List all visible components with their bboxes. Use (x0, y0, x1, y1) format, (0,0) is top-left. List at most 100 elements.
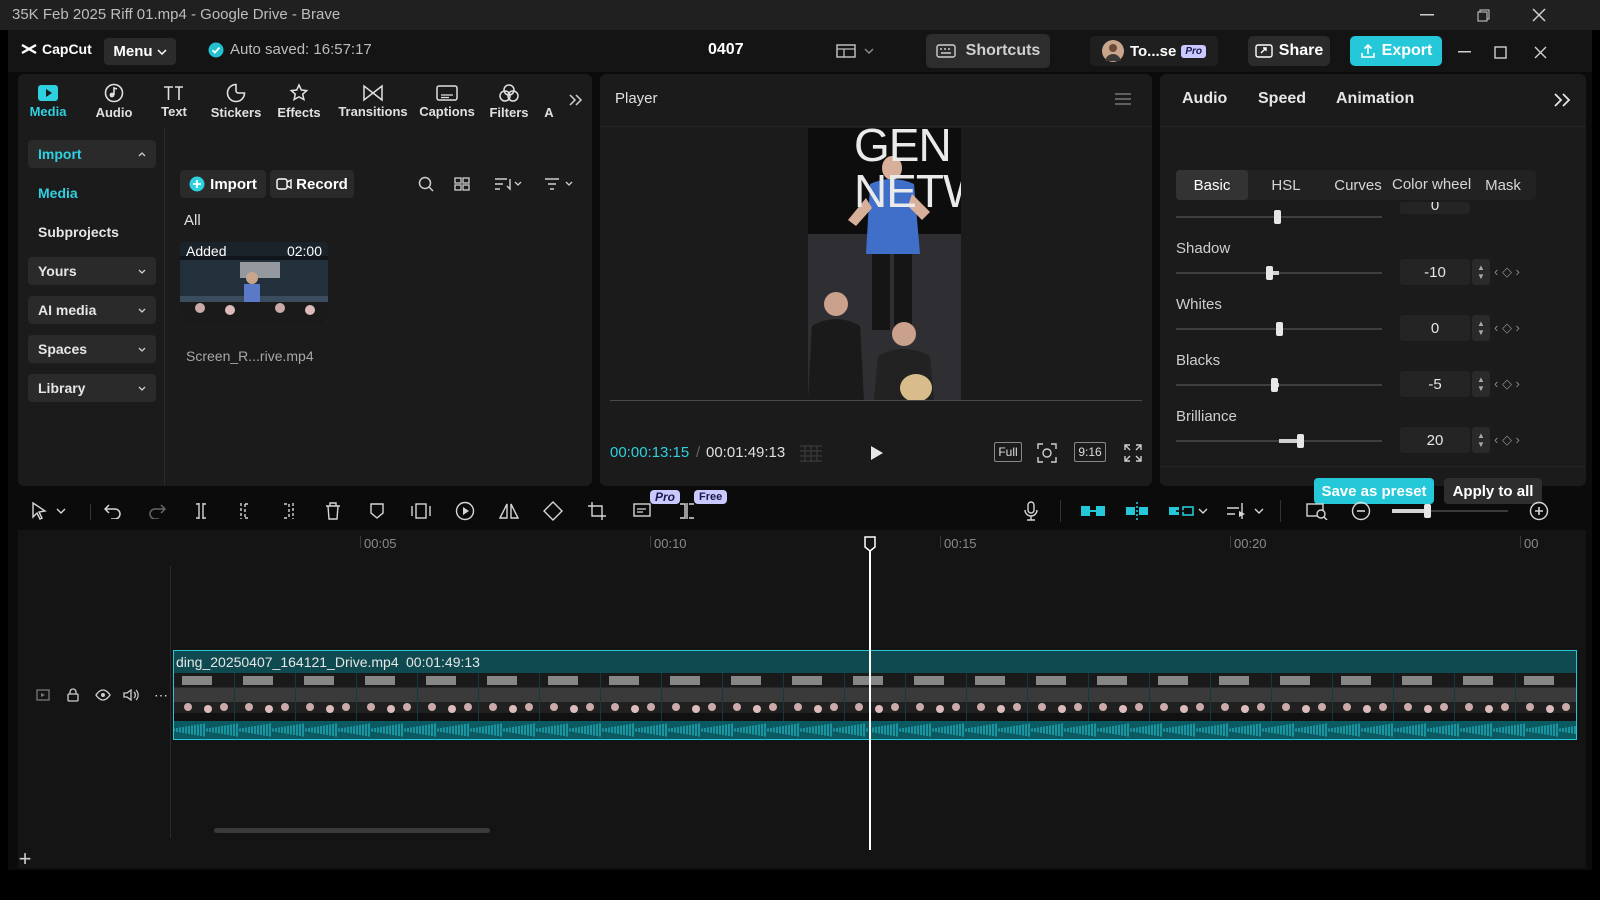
tab-transitions[interactable]: Transitions (336, 78, 410, 124)
filter-all-label[interactable]: All (184, 212, 201, 229)
subtab-hsl[interactable]: HSL (1258, 170, 1314, 200)
delete-button[interactable] (320, 498, 346, 524)
sidebar-item-ai-media[interactable]: AI media (28, 296, 156, 324)
tab-captions[interactable]: Captions (416, 78, 478, 124)
full-quality-button[interactable]: Full (994, 442, 1022, 462)
preview-axis-dropdown[interactable] (1252, 498, 1266, 524)
split-left-button[interactable] (232, 498, 258, 524)
tab-partial[interactable]: A (542, 78, 556, 124)
brilliance-stepper[interactable]: ▲ ▼ (1472, 427, 1490, 453)
partial-value-box[interactable]: 0 (1400, 202, 1470, 214)
app-close-button[interactable] (1528, 40, 1552, 64)
timeline-horizontal-scrollbar[interactable] (214, 828, 490, 833)
zoom-in-button[interactable] (1526, 498, 1552, 524)
zoom-preview-button[interactable] (1036, 442, 1058, 464)
filter-button[interactable] (542, 174, 576, 194)
track-cover-button[interactable] (34, 686, 52, 704)
tab-props-audio[interactable]: Audio (1182, 90, 1227, 108)
blacks-slider-knob[interactable] (1270, 378, 1278, 392)
subtab-curves[interactable]: Curves (1326, 170, 1390, 200)
track-more-icon[interactable]: ⋯ (152, 686, 170, 704)
zoom-out-button[interactable] (1348, 498, 1374, 524)
play-button[interactable] (866, 442, 888, 464)
linkage-dropdown[interactable] (1196, 498, 1210, 524)
blacks-keyframe-icon[interactable]: ‹ ◇ › (1494, 376, 1520, 392)
tab-props-animation[interactable]: Animation (1336, 90, 1414, 108)
blacks-value-box[interactable]: -5 (1400, 371, 1470, 397)
sidebar-item-spaces[interactable]: Spaces (28, 335, 156, 363)
sidebar-item-yours[interactable]: Yours (28, 257, 156, 285)
linkage-button[interactable] (1166, 498, 1196, 524)
whites-keyframe-icon[interactable]: ‹ ◇ › (1494, 320, 1520, 336)
track-lock-button[interactable] (64, 686, 82, 704)
whites-slider-knob[interactable] (1276, 322, 1283, 336)
sidebar-item-import[interactable]: Import (28, 140, 156, 168)
tab-stickers[interactable]: Stickers (208, 78, 264, 124)
record-voiceover-button[interactable] (1018, 498, 1044, 524)
import-button[interactable]: Import (180, 170, 266, 198)
subtab-basic[interactable]: Basic (1176, 170, 1248, 200)
fullscreen-button[interactable] (1122, 442, 1144, 464)
tab-effects[interactable]: Effects (276, 78, 322, 124)
add-new-button[interactable]: + (14, 846, 36, 871)
media-clip-thumbnail[interactable]: Added 02:00 (180, 242, 328, 324)
preview-axis-button[interactable] (1224, 498, 1250, 524)
player-progress-line[interactable] (610, 400, 1142, 401)
freeze-button[interactable] (408, 498, 434, 524)
app-minimize-button[interactable] (1452, 40, 1476, 64)
track-visibility-button[interactable] (94, 686, 112, 704)
fit-timeline-button[interactable] (1304, 498, 1330, 524)
profile-button[interactable]: To...se Pro (1090, 36, 1218, 66)
tab-props-speed[interactable]: Speed (1258, 90, 1306, 108)
layout-button[interactable] (830, 37, 880, 65)
auto-snap-button[interactable] (1122, 498, 1152, 524)
expand-tabs-button[interactable] (566, 90, 586, 110)
timeline-zoom-knob[interactable] (1424, 504, 1431, 518)
timeline-video-clip[interactable]: ding_20250407_164121_Drive.mp4 00:01:49:… (173, 650, 1577, 740)
whites-value-box[interactable]: 0 (1400, 315, 1470, 341)
shortcuts-button[interactable]: Shortcuts (926, 34, 1050, 68)
search-button[interactable] (416, 174, 436, 194)
brilliance-value-box[interactable]: 20 (1400, 427, 1470, 453)
export-button[interactable]: Export (1350, 36, 1442, 66)
crop-button[interactable] (584, 498, 610, 524)
timeline-ruler[interactable]: 00:05 00:10 00:15 00:20 00 (170, 530, 1586, 551)
shadow-slider-track[interactable] (1176, 272, 1382, 274)
mirror-button[interactable] (496, 498, 522, 524)
player-menu-button[interactable] (1112, 88, 1134, 110)
grid-view-button[interactable] (452, 174, 472, 194)
tab-text[interactable]: Text (154, 78, 194, 124)
shadow-stepper[interactable]: ▲ ▼ (1472, 259, 1490, 285)
sort-button[interactable] (492, 174, 524, 194)
app-maximize-button[interactable] (1488, 40, 1512, 64)
sidebar-item-library[interactable]: Library (28, 374, 156, 402)
restore-window-button[interactable] (1460, 0, 1506, 30)
shadow-value-box[interactable]: -10 (1400, 259, 1470, 285)
select-tool-dropdown[interactable] (54, 498, 68, 524)
select-tool-button[interactable] (26, 498, 52, 524)
undo-button[interactable] (100, 498, 126, 524)
whites-stepper[interactable]: ▲ ▼ (1472, 315, 1490, 341)
share-button[interactable]: Share (1248, 36, 1330, 66)
blacks-stepper[interactable]: ▲ ▼ (1472, 371, 1490, 397)
aspect-ratio-button[interactable]: 9:16 (1074, 442, 1106, 462)
minimize-window-button[interactable] (1404, 0, 1450, 30)
rotate-button[interactable] (540, 498, 566, 524)
main-track-magnet-button[interactable] (1078, 498, 1108, 524)
sidebar-item-subprojects[interactable]: Subprojects (28, 218, 156, 246)
tab-audio[interactable]: Audio (90, 78, 138, 124)
project-name[interactable]: 0407 (708, 41, 744, 59)
brilliance-keyframe-icon[interactable]: ‹ ◇ › (1494, 432, 1520, 448)
menu-button[interactable]: Menu (104, 38, 176, 65)
expand-props-button[interactable] (1552, 90, 1574, 110)
subtab-mask[interactable]: Mask (1478, 170, 1528, 200)
close-window-button[interactable] (1516, 0, 1562, 30)
tab-filters[interactable]: Filters (484, 78, 534, 124)
redo-button[interactable] (144, 498, 170, 524)
partial-slider-knob[interactable] (1274, 210, 1281, 224)
shadow-slider-knob[interactable] (1265, 266, 1273, 280)
video-preview[interactable]: GEN NETW (808, 128, 961, 400)
blacks-slider-track[interactable] (1176, 384, 1382, 386)
subtab-color-wheel[interactable]: Color wheel (1392, 170, 1476, 200)
track-mute-button[interactable] (122, 686, 140, 704)
